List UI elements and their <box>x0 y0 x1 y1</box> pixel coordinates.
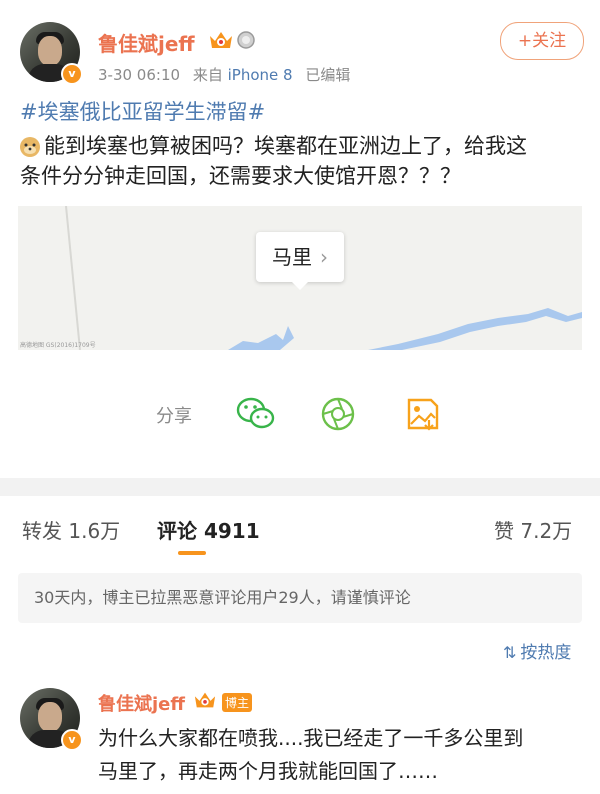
map-pin-pointer <box>292 282 308 290</box>
post-hashtag[interactable]: #埃塞俄比亚留学生滞留# <box>20 96 265 126</box>
verified-badge-icon: v <box>61 63 83 85</box>
sort-by-hot-button[interactable]: ⇅ 按热度 <box>503 638 571 663</box>
map-attribution: 高德地图 GS(2016)1709号 <box>20 342 96 349</box>
comment-notice: 30天内，博主已拉黑恶意评论用户29人，请谨慎评论 <box>18 573 582 623</box>
avatar-face <box>38 36 62 66</box>
edited-label[interactable]: 已编辑 <box>305 66 350 84</box>
follow-button[interactable]: +关注 <box>500 22 584 60</box>
author-name[interactable]: 鲁佳斌jeff <box>98 28 195 57</box>
author-tag-badge: 博主 <box>222 693 253 712</box>
tab-comments[interactable]: 评论 4911 <box>157 515 260 544</box>
tab-likes[interactable]: 赞 7.2万 <box>494 515 572 544</box>
map-place-label[interactable]: 马里 › <box>256 232 344 282</box>
tab-reposts[interactable]: 转发 1.6万 <box>22 515 120 544</box>
post-source[interactable]: iPhone 8 <box>228 66 293 84</box>
vip-crown-icon <box>208 28 234 56</box>
chevron-right-icon: › <box>320 245 328 269</box>
post-text-line-1: 能到埃塞也算被困吗？埃塞都在亚洲边上了，给我这 <box>44 134 527 158</box>
active-tab-indicator <box>178 551 206 555</box>
vip-crown-icon <box>193 689 217 715</box>
post-time: 3-30 06:10 <box>98 66 181 84</box>
save-image-icon[interactable] <box>405 396 441 436</box>
moments-icon[interactable] <box>320 396 356 436</box>
comment-text-line-2: 马里了，再走两个月我就能回国了…… <box>98 759 438 783</box>
post-text-line-2: 条件分分钟走回国，还需要求大使馆开恩？？？ <box>20 164 461 188</box>
comment-text-line-1: 为什么大家都在喷我....我已经走了一千多公里到 <box>98 726 524 750</box>
location-map[interactable]: 马里 › 高德地图 GS(2016)1709号 <box>18 206 582 350</box>
level-medal-icon <box>236 30 256 54</box>
avatar-face <box>38 702 62 732</box>
share-label: 分享 <box>156 406 192 427</box>
sort-icon: ⇅ <box>503 643 517 662</box>
wechat-icon[interactable] <box>236 396 276 436</box>
verified-badge-icon: v <box>61 729 83 751</box>
source-prefix: 来自 <box>192 66 223 84</box>
section-divider <box>0 478 600 496</box>
map-place-name: 马里 <box>272 245 312 269</box>
post-meta: 3-30 06:10 来自 iPhone 8 已编辑 <box>98 64 350 85</box>
sort-label: 按热度 <box>520 643 572 663</box>
comment-author[interactable]: 鲁佳斌jeff <box>98 690 185 716</box>
doge-emoji-icon <box>18 134 42 162</box>
